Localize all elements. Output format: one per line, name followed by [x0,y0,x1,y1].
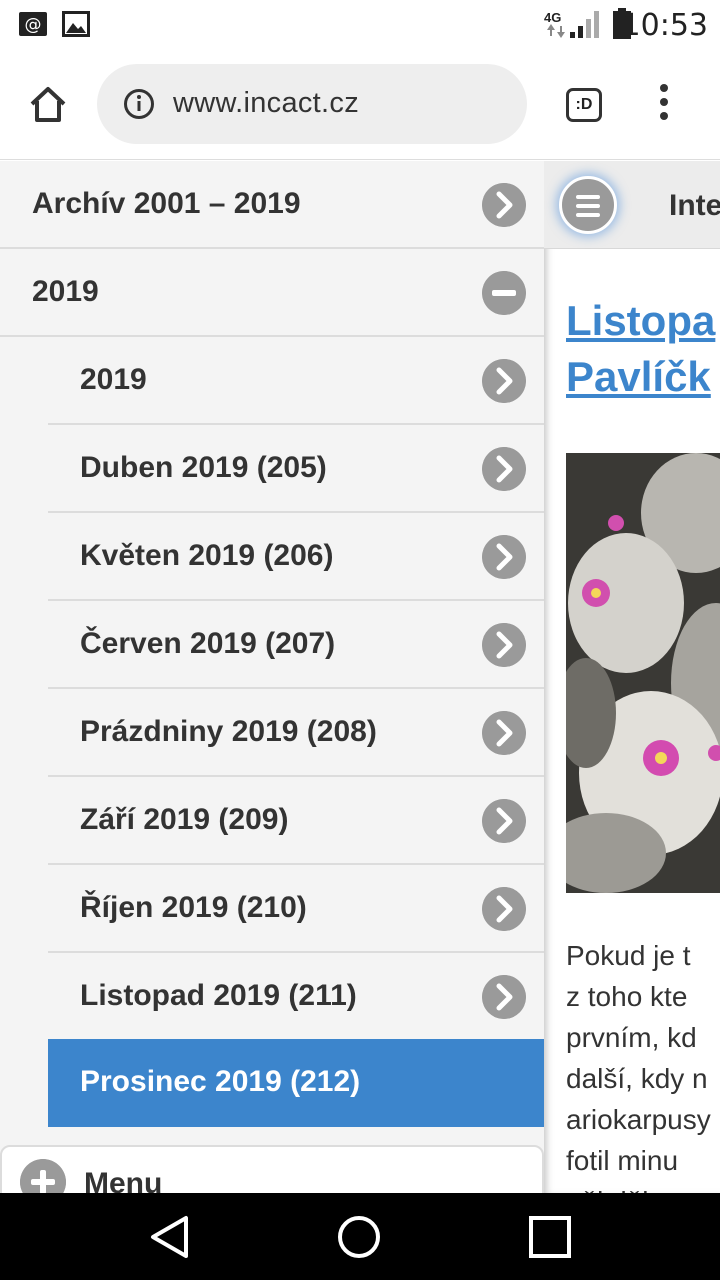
address-bar[interactable]: www.incact.cz [97,64,527,144]
sidebar-item-label: 2019 [32,275,99,308]
sidebar-subitem-rijen[interactable]: Říjen 2019 (210) [48,865,544,953]
main-content: Inte Listopa Pavlíčk Pokud je t z toho k… [544,161,720,1193]
article-text-line: prvním, kd [566,1022,697,1053]
sidebar-item-2019[interactable]: 2019 [0,249,544,337]
sidebar-item-label: Duben 2019 (205) [80,451,327,484]
article-text-line: Pokud je t [566,940,691,971]
article-title-line: Listopa [566,297,716,344]
email-notification-icon: @ [19,12,47,36]
minus-icon[interactable] [482,271,526,315]
home-circle-icon[interactable] [335,1213,383,1261]
chevron-right-icon[interactable] [482,447,526,491]
tab-switcher-button[interactable]: :D [566,88,602,122]
status-bar: @ 4G 10:53 [0,0,720,50]
image-notification-icon [62,11,90,37]
sidebar-item-label: Květen 2019 (206) [80,539,334,572]
chevron-right-icon[interactable] [482,183,526,227]
header-title: Inte [669,189,720,222]
hamburger-menu-icon[interactable] [559,176,617,234]
signal-icon [570,11,599,38]
sidebar-subitem-listopad[interactable]: Listopad 2019 (211) [48,953,544,1041]
menu-section-header[interactable]: Menu [0,1145,544,1193]
sidebar-item-label: Prázdniny 2019 (208) [80,715,377,748]
svg-text:@: @ [25,15,42,35]
sidebar-item-label: Říjen 2019 (210) [80,891,307,924]
sidebar-item-label: Listopad 2019 (211) [80,979,357,1012]
sidebar-menu: Archív 2001 – 2019 2019 2019 Duben 2019 … [0,161,544,1193]
sidebar-subitem-2019[interactable]: 2019 [48,337,544,425]
article-title-line: Pavlíčk [566,353,711,400]
chevron-right-icon[interactable] [482,975,526,1019]
chevron-right-icon[interactable] [482,535,526,579]
back-icon[interactable] [146,1213,194,1261]
article-body: Pokud je t z toho kte prvním, kd další, … [566,935,720,1193]
sidebar-item-label: Prosinec 2019 (212) [80,1065,361,1098]
chevron-right-icon[interactable] [482,359,526,403]
data-arrows-icon [547,24,565,38]
plus-icon[interactable] [20,1159,66,1193]
sidebar-subitem-cerven[interactable]: Červen 2019 (207) [48,601,544,689]
system-navigation-bar [0,1193,720,1280]
sidebar-item-label: Archív 2001 – 2019 [32,187,301,220]
sidebar-item-archive[interactable]: Archív 2001 – 2019 [0,161,544,249]
recent-apps-icon[interactable] [526,1213,574,1261]
sidebar-item-label: Červen 2019 (207) [80,627,336,660]
overflow-menu-icon[interactable] [654,84,674,128]
url-text[interactable]: www.incact.cz [173,87,359,120]
chevron-right-icon[interactable] [482,799,526,843]
sidebar-subitem-duben[interactable]: Duben 2019 (205) [48,425,544,513]
browser-toolbar: www.incact.cz :D [0,50,720,160]
article-text-line: další, kdy n [566,1063,708,1094]
menu-label: Menu [84,1167,163,1193]
sidebar-subitem-zari[interactable]: Září 2019 (209) [48,777,544,865]
sidebar-subitem-prazdniny[interactable]: Prázdniny 2019 (208) [48,689,544,777]
chevron-right-icon[interactable] [482,711,526,755]
chevron-right-icon[interactable] [482,887,526,931]
article-text-line: ariokarpusy [566,1104,711,1135]
sidebar-item-label: Září 2019 (209) [80,803,289,836]
main-header: Inte [544,161,720,249]
article-text-line: něj děl [566,1181,720,1193]
sidebar-subitem-prosinec-active[interactable]: Prosinec 2019 (212) [48,1039,544,1127]
sidebar-item-label: 2019 [80,363,147,396]
home-icon[interactable] [26,82,70,126]
article-text-line: fotil minu [566,1145,679,1176]
network-type: 4G [544,10,562,25]
info-icon[interactable] [123,88,155,120]
cactus-photo [566,453,720,893]
chevron-right-icon[interactable] [482,623,526,667]
sidebar-subitem-kveten[interactable]: Květen 2019 (206) [48,513,544,601]
article-title-link[interactable]: Listopa Pavlíčk [566,293,720,405]
article-text-line: z toho kte [566,981,688,1012]
status-time: 10:53 [621,8,708,43]
